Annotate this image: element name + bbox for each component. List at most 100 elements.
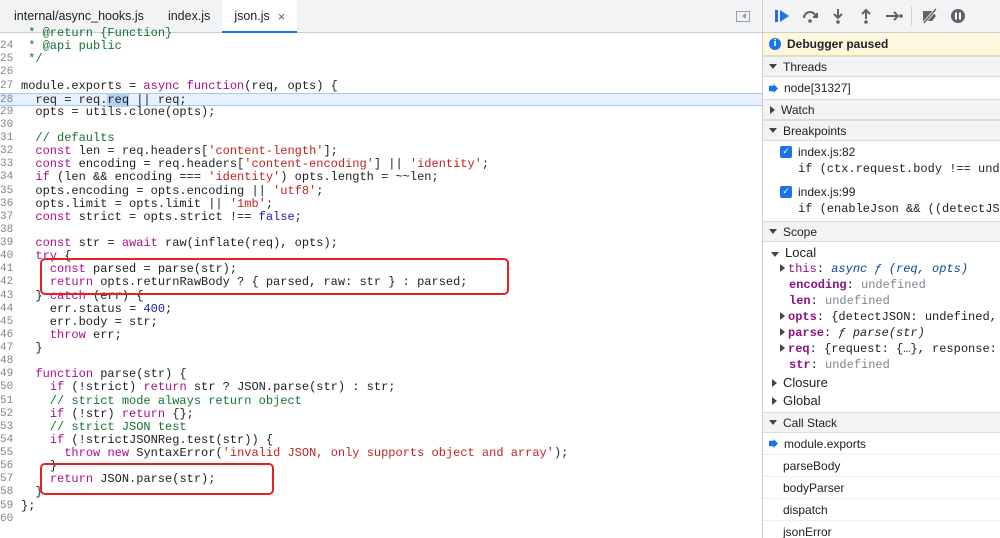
line-number[interactable]: 59 [0,500,14,513]
code-line[interactable]: 26 [0,66,762,79]
line-number[interactable]: 55 [0,447,14,460]
code-text: */ [21,52,43,67]
code-line[interactable]: 28 req = req.req || req; [0,92,762,107]
line-number[interactable]: 37 [0,211,14,224]
line-number[interactable]: 47 [0,342,14,355]
line-number[interactable]: 41 [0,263,14,276]
code-line[interactable]: 25 */ [0,52,762,67]
line-number[interactable]: 39 [0,237,14,250]
line-number[interactable]: 48 [0,355,14,368]
call-frame-item[interactable]: parseBody [763,455,1000,477]
line-number[interactable]: 26 [0,66,14,79]
line-number[interactable]: 31 [0,132,14,145]
line-number[interactable]: 56 [0,460,14,473]
call-frame-item[interactable]: jsonError [763,521,1000,538]
line-number[interactable]: 33 [0,158,14,171]
call-frame-item[interactable]: module.exports [763,433,1000,455]
deactivate-breakpoints-icon[interactable] [919,6,940,27]
call-frame-item[interactable]: dispatch [763,499,1000,521]
code-line[interactable]: 51 // strict mode always return object [0,394,762,408]
line-number[interactable]: 57 [0,473,14,486]
scope-local-row[interactable]: Local [771,245,1000,261]
line-number[interactable]: 32 [0,145,14,158]
scope-closure-row[interactable]: Closure [771,375,1000,391]
step-into-icon[interactable] [827,6,848,27]
call-frame-name: bodyParser [783,480,845,495]
breakpoint-checkbox[interactable]: ✓ [780,186,792,198]
code-line[interactable]: 47 } [0,341,762,355]
scope-header[interactable]: Scope [763,221,1000,242]
code-line[interactable]: 36 opts.limit = opts.limit || '1mb'; [0,197,762,211]
breakpoint-item[interactable]: ✓ index.js:82 if (ctx.request.body !== u… [763,141,1000,181]
scope-tree: Local this: async ƒ (req, opts) encoding… [763,242,1000,409]
line-number[interactable]: 45 [0,316,14,329]
step-out-icon[interactable] [855,6,876,27]
thread-item[interactable]: node[31327] [763,77,1000,99]
line-number[interactable]: 49 [0,368,14,381]
code-line[interactable]: 29 opts = utils.clone(opts); [0,105,762,119]
scope-var-str[interactable]: str: undefined [771,357,1000,373]
code-text: const strict = opts.strict !== false; [35,209,302,224]
line-number[interactable]: 24 [0,40,14,53]
step-icon[interactable] [883,6,904,27]
code-line[interactable]: 46 throw err; [0,328,762,342]
code-line[interactable]: 27 module.exports = async function(req, o… [0,79,762,93]
chevron-right-icon [772,379,777,387]
current-thread-arrow-icon [769,83,778,93]
section-label: Threads [783,59,828,74]
line-number[interactable]: 44 [0,303,14,316]
line-number[interactable]: 36 [0,198,14,211]
call-stack-header[interactable]: Call Stack [763,412,1000,433]
line-number[interactable]: 38 [0,224,14,237]
close-icon[interactable]: × [278,9,286,24]
call-frame-item[interactable]: bodyParser [763,477,1000,499]
code-line[interactable]: 39 const str = await raw(inflate(req), o… [0,236,762,250]
line-number[interactable]: 34 [0,171,14,184]
scope-var-encoding[interactable]: encoding: undefined [771,277,1000,293]
line-number[interactable]: 29 [0,106,14,119]
code-line[interactable]: 44 err.status = 400; [0,302,762,316]
resume-icon[interactable] [771,6,792,27]
code-line[interactable]: 24 * @api public [0,40,762,53]
line-number[interactable]: 27 [0,80,14,93]
chevron-right-icon [780,264,785,272]
code-line[interactable]: 60 [0,513,762,526]
line-number[interactable]: 51 [0,395,14,408]
breakpoints-header[interactable]: Breakpoints [763,120,1000,141]
breakpoint-checkbox[interactable]: ✓ [780,146,792,158]
line-number[interactable]: 40 [0,250,14,263]
line-number[interactable]: 43 [0,290,14,303]
line-number[interactable]: 50 [0,381,14,394]
line-number[interactable]: 46 [0,329,14,342]
line-number[interactable]: 60 [0,513,14,526]
step-over-icon[interactable] [799,6,820,27]
line-number[interactable]: 53 [0,421,14,434]
section-label: Scope [783,224,818,239]
watch-header[interactable]: Watch [763,99,1000,120]
scope-var-req[interactable]: req: {request: {…}, response: [771,341,1000,357]
scope-var-len[interactable]: len: undefined [771,293,1000,309]
code-line[interactable]: 37 const strict = opts.strict !== false; [0,209,762,224]
code-line[interactable]: 35 opts.encoding = opts.encoding || 'utf… [0,184,762,198]
scope-var-parse[interactable]: parse: ƒ parse(str) [771,325,1000,341]
line-number[interactable]: 54 [0,434,14,447]
code-text: }; [21,498,36,513]
scope-global-row[interactable]: Global [771,393,1000,409]
scope-var-this[interactable]: this: async ƒ (req, opts) [771,261,1000,277]
line-number[interactable]: 52 [0,408,14,421]
line-number[interactable]: 42 [0,276,14,289]
code-line[interactable]: 53 // strict JSON test [0,420,762,434]
code-line[interactable]: 34 if (len && encoding === 'identity') o… [0,171,762,184]
threads-header[interactable]: Threads [763,56,1000,77]
code-line[interactable]: 59}; [0,498,762,513]
pause-on-exceptions-icon[interactable] [947,6,968,27]
breakpoint-item[interactable]: ✓ index.js:99 if (enableJson && ((detect… [763,181,1000,221]
line-number[interactable]: 25 [0,53,14,66]
line-number[interactable]: 58 [0,486,14,499]
code-line[interactable]: 55 throw new SyntaxError('invalid JSON, … [0,446,762,460]
code-line[interactable]: 45 err.body = str; [0,315,762,329]
line-number[interactable]: 35 [0,185,14,198]
line-number[interactable]: 30 [0,119,14,132]
scope-var-opts[interactable]: opts: {detectJSON: undefined, [771,309,1000,325]
chevron-right-icon [780,312,785,320]
